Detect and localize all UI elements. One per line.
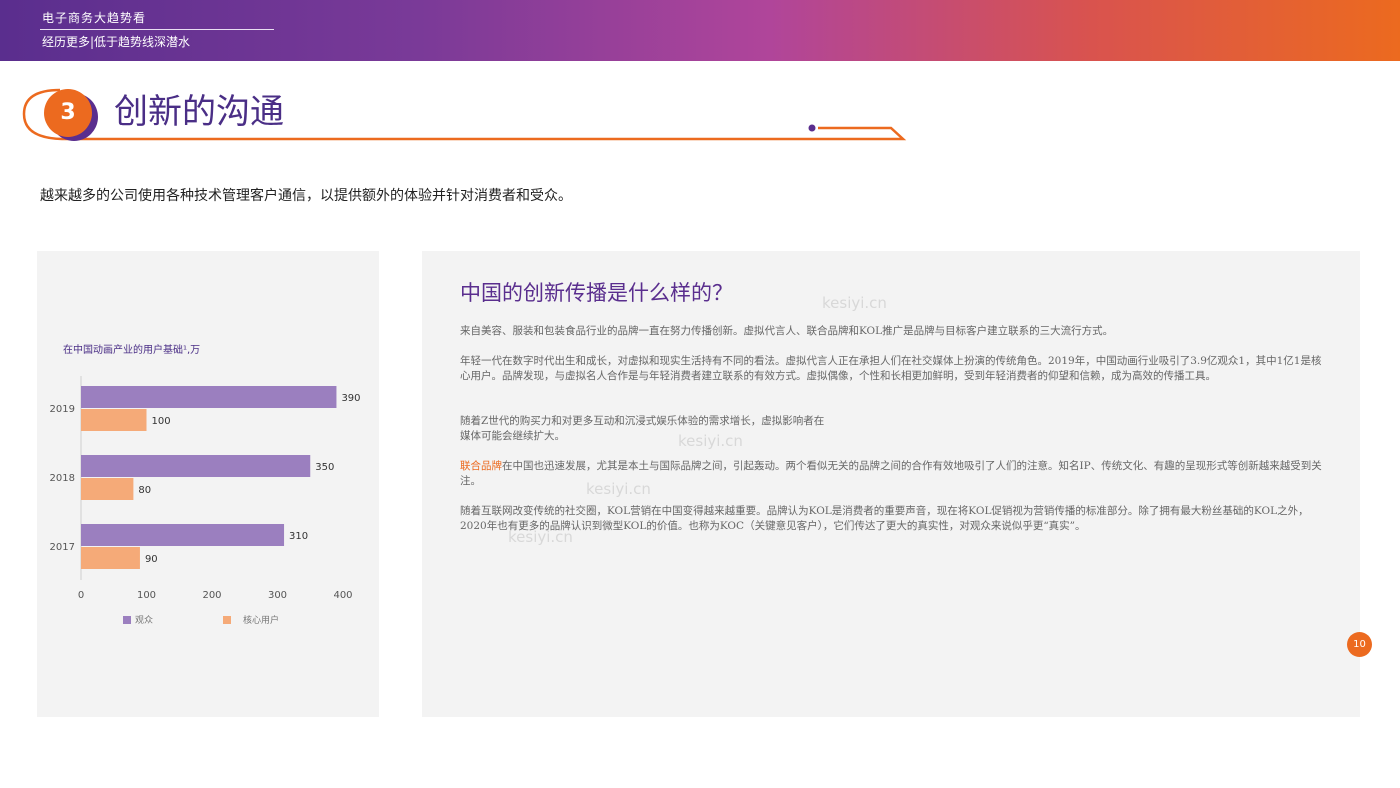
legend-swatch — [123, 616, 131, 624]
paragraph-5: 随着互联网改变传统的社交圈，KOL营销在中国变得越来越重要。品牌认为KOL是消费… — [460, 505, 1309, 532]
page-number: 10 — [1347, 632, 1372, 657]
category-label: 2018 — [50, 473, 75, 484]
paragraph-3-line-1: 随着Z世代的购买力和对更多互动和沉浸式娱乐体验的需求增长，虚拟影响者在 — [460, 415, 825, 427]
data-label: 80 — [138, 485, 151, 496]
bar-core-user — [81, 547, 140, 569]
bar-audience — [81, 386, 337, 408]
bar-core-user — [81, 478, 134, 500]
legend-label: 观众 — [135, 615, 153, 626]
x-tick-label: 0 — [78, 590, 84, 601]
data-label: 90 — [145, 554, 158, 565]
paragraph-4: 联合品牌在中国也迅速发展，尤其是本土与国际品牌之间，引起轰动。两个看似无关的品牌… — [460, 459, 1330, 489]
section-number-badge: 3 — [44, 89, 92, 137]
data-label: 390 — [341, 393, 360, 404]
top-banner: 电子商务大趋势看 经历更多|低于趋势线深潜水 — [0, 0, 1400, 61]
category-label: 2019 — [50, 404, 75, 415]
section-title: 创新的沟通 — [114, 92, 284, 132]
bar-audience — [81, 524, 285, 546]
bar-core-user — [81, 409, 147, 431]
paragraph-4-text: 在中国也迅速发展，尤其是本土与国际品牌之间，引起轰动。两个看似无关的品牌之间的合… — [460, 460, 1322, 487]
report-tagline: 经历更多|低于趋势线深潜水 — [42, 35, 191, 49]
bar-chart: 2019 390 100 2018 350 80 2017 310 90 0 100 200 300 40… — [50, 376, 361, 626]
intro-text: 越来越多的公司使用各种技术管理客户通信，以提供额外的体验并针对消费者和受众。 — [40, 188, 572, 204]
co-branding-highlight: 联合品牌 — [460, 460, 502, 472]
data-label: 100 — [152, 416, 171, 427]
report-title: 电子商务大趋势看 — [42, 11, 147, 25]
paragraph-2: 年轻一代在数字时代出生和成长，对虚拟和现实生活持有不同的看法。虚拟代言人正在承担… — [460, 355, 1322, 382]
watermark: kesiyi.cn — [822, 294, 887, 312]
paragraph-3-line-2: 媒体可能会继续扩大。 — [460, 430, 565, 442]
legend-swatch — [223, 616, 231, 624]
legend-label: 核心用户 — [243, 614, 279, 626]
category-label: 2017 — [50, 542, 75, 553]
header-rule — [40, 29, 274, 30]
x-tick-label: 300 — [268, 590, 287, 601]
bar-audience — [81, 455, 311, 477]
data-label: 350 — [315, 462, 334, 473]
paragraph-3: 随着Z世代的购买力和对更多互动和沉浸式娱乐体验的需求增长，虚拟影响者在 媒体可能… — [460, 414, 1330, 444]
paragraph-1: 来自美容、服装和包装食品行业的品牌一直在努力传播创新。虚拟代言人、联合品牌和KO… — [460, 325, 1114, 337]
data-label: 310 — [289, 531, 308, 542]
x-tick-label: 400 — [333, 590, 352, 601]
chart-title: 在中国动画产业的用户基础¹,万 — [63, 345, 201, 356]
x-tick-label: 200 — [202, 590, 221, 601]
x-tick-label: 100 — [137, 590, 156, 601]
panel-heading: 中国的创新传播是什么样的？ — [460, 281, 733, 305]
